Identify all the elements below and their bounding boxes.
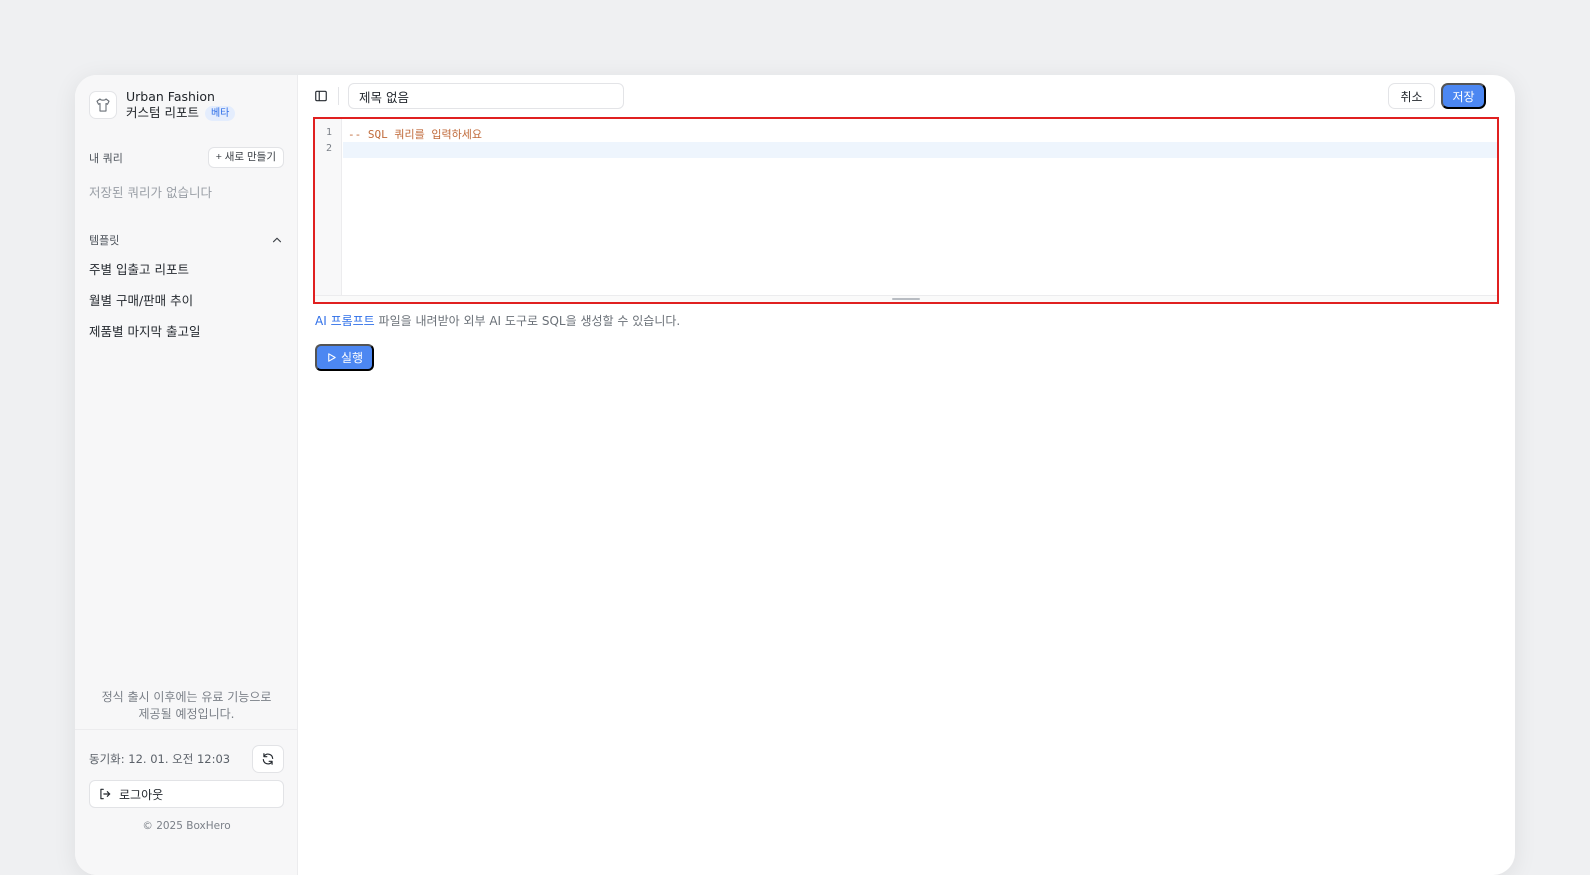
copyright: © 2025 BoxHero — [142, 820, 231, 832]
beta-badge: 베타 — [204, 105, 236, 121]
paid-feature-note: 정식 출시 이후에는 유료 기능으로 제공될 예정입니다. — [75, 689, 298, 723]
save-button[interactable]: 저장 — [1441, 83, 1486, 109]
new-query-button[interactable]: + 새로 만들기 — [207, 147, 284, 168]
refresh-button[interactable] — [252, 745, 284, 773]
my-queries-label: 내 쿼리 — [89, 151, 123, 165]
run-label: 실행 — [340, 351, 364, 365]
query-title-input[interactable] — [348, 83, 624, 109]
my-queries-header: 내 쿼리 + 새로 만들기 — [89, 147, 284, 168]
brand: Urban Fashion 커스텀 리포트 베타 — [89, 89, 236, 121]
paid-feature-note-line2: 제공될 예정입니다. — [138, 707, 235, 721]
cancel-button[interactable]: 취소 — [1388, 83, 1435, 109]
templates-header[interactable]: 템플릿 — [89, 232, 284, 248]
logout-button[interactable]: 로그아웃 — [89, 780, 284, 808]
brand-subtitle: 커스텀 리포트 — [126, 105, 199, 120]
active-line-highlight — [343, 142, 1497, 158]
template-item-last-shipment[interactable]: 제품별 마지막 출고일 — [89, 321, 200, 340]
ai-prompt-link[interactable]: AI 프롬프트 — [315, 314, 375, 328]
play-icon — [328, 353, 336, 362]
line-number: 1 — [325, 127, 332, 138]
sidebar: Urban Fashion 커스텀 리포트 베타 내 쿼리 + 새로 만들기 저… — [75, 75, 298, 875]
paid-feature-note-line1: 정식 출시 이후에는 유료 기능으로 — [101, 690, 272, 704]
line-number-gutter: 1 2 — [315, 119, 342, 302]
template-item-monthly-trend[interactable]: 월별 구매/판매 추이 — [89, 290, 193, 309]
brand-name: Urban Fashion — [126, 89, 215, 104]
sync-row: 동기화: 12. 01. 오전 12:03 — [89, 745, 284, 773]
logout-icon — [100, 788, 111, 800]
template-item-weekly-inout[interactable]: 주별 입출고 리포트 — [89, 259, 189, 278]
empty-queries-note: 저장된 쿼리가 없습니다 — [89, 185, 212, 200]
tshirt-logo-icon — [89, 91, 117, 119]
chevron-up-icon[interactable] — [270, 233, 284, 247]
sidebar-divider — [75, 729, 298, 730]
ai-prompt-hint: AI 프롬프트 파일을 내려받아 외부 AI 도구로 SQL을 생성할 수 있습… — [315, 312, 680, 329]
code-line-comment[interactable]: -- SQL 쿼리를 입력하세요 — [348, 126, 482, 142]
resize-grip-icon — [892, 298, 920, 300]
refresh-icon — [262, 753, 274, 765]
templates-label: 템플릿 — [89, 234, 120, 247]
sql-editor[interactable]: 1 2 -- SQL 쿼리를 입력하세요 — [313, 117, 1499, 304]
sidebar-toggle-button[interactable] — [312, 87, 330, 105]
ai-prompt-hint-text: 파일을 내려받아 외부 AI 도구로 SQL을 생성할 수 있습니다. — [374, 314, 681, 328]
app-window: Urban Fashion 커스텀 리포트 베타 내 쿼리 + 새로 만들기 저… — [75, 75, 1515, 875]
logout-label: 로그아웃 — [119, 787, 164, 802]
line-number: 2 — [325, 143, 332, 154]
run-button[interactable]: 실행 — [315, 344, 374, 371]
main-area: 취소 저장 1 2 -- SQL 쿼리를 입력하세요 AI 프롬프트 파일을 내… — [298, 75, 1515, 875]
toolbar-divider — [338, 87, 339, 105]
sync-status: 동기화: 12. 01. 오전 12:03 — [89, 752, 231, 766]
editor-resize-handle[interactable] — [315, 295, 1497, 302]
panel-left-icon — [315, 90, 327, 102]
